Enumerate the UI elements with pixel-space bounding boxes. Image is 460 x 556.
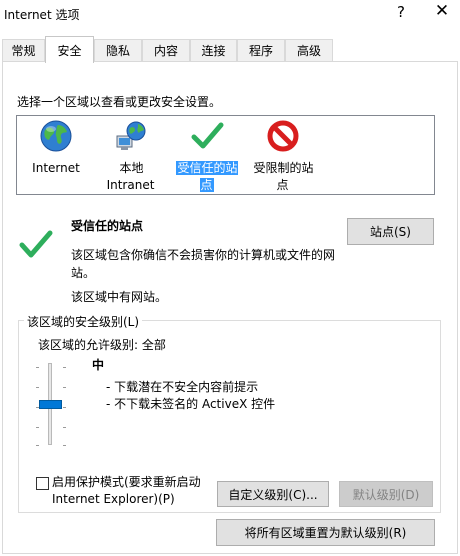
slider-tick bbox=[63, 445, 66, 446]
reset-all-zones-button[interactable]: 将所有区域重置为默认级别(R) bbox=[216, 519, 435, 546]
protected-mode-label[interactable]: 启用保护模式(要求重新启动 Internet Explorer)(P) bbox=[52, 474, 212, 508]
slider-tick bbox=[63, 427, 66, 428]
slider-tick bbox=[36, 427, 39, 428]
level-detail-item: - 下载潜在不安全内容前提示 bbox=[106, 380, 259, 394]
slider-tick bbox=[63, 407, 66, 408]
sites-button[interactable]: 站点(S) bbox=[347, 218, 434, 245]
zone-list[interactable]: Internet 本地 Intranet 受信任的站点 受限制的站点 bbox=[16, 115, 435, 195]
zone-label-restricted-sites: 受限制的站点 bbox=[253, 161, 314, 192]
selected-zone-title: 受信任的站点 bbox=[71, 219, 144, 233]
zone-trusted-sites[interactable]: 受信任的站点 bbox=[173, 116, 241, 194]
tab-general[interactable]: 常规 bbox=[2, 39, 45, 61]
checkmark-icon bbox=[19, 230, 53, 258]
selected-zone-sites-note: 该区域中有网站。 bbox=[71, 290, 168, 304]
security-level-slider[interactable] bbox=[33, 357, 71, 449]
default-level-button[interactable]: 默认级别(D) bbox=[339, 481, 433, 507]
zone-internet[interactable]: Internet bbox=[22, 116, 90, 177]
local-intranet-icon bbox=[116, 121, 146, 150]
custom-level-button[interactable]: 自定义级别(C)... bbox=[217, 481, 329, 507]
tab-connections[interactable]: 连接 bbox=[190, 39, 237, 61]
zone-label-local-intranet: 本地 Intranet bbox=[106, 161, 155, 192]
slider-tick bbox=[36, 445, 39, 446]
security-level-group-label: 该区域的安全级别(L) bbox=[24, 313, 143, 330]
security-level-details: - 下载潜在不安全内容前提示 - 不下载未签名的 ActiveX 控件 bbox=[106, 379, 275, 413]
no-entry-icon bbox=[267, 120, 299, 152]
window-title: Internet 选项 bbox=[4, 8, 80, 22]
tab-advanced[interactable]: 高级 bbox=[285, 39, 333, 61]
level-detail-item: - 不下载未签名的 ActiveX 控件 bbox=[106, 397, 276, 411]
zone-label-internet: Internet bbox=[32, 161, 80, 175]
slider-tick bbox=[63, 387, 66, 388]
slider-tick bbox=[36, 387, 39, 388]
zone-prompt: 选择一个区域以查看或更改安全设置。 bbox=[17, 95, 222, 109]
help-icon[interactable]: ? bbox=[393, 3, 409, 21]
tab-content[interactable]: 内容 bbox=[142, 39, 190, 61]
checkmark-icon bbox=[191, 122, 224, 149]
tab-security[interactable]: 安全 bbox=[45, 36, 94, 63]
zone-local-intranet[interactable]: 本地 Intranet bbox=[97, 116, 165, 194]
close-icon[interactable]: ✕ bbox=[432, 1, 452, 21]
tab-privacy[interactable]: 隐私 bbox=[94, 39, 142, 61]
globe-icon bbox=[40, 120, 72, 152]
allowed-levels-text: 该区域的允许级别: 全部 bbox=[38, 338, 166, 352]
slider-tick bbox=[63, 367, 66, 368]
zone-restricted-sites[interactable]: 受限制的站点 bbox=[249, 116, 317, 194]
tab-programs[interactable]: 程序 bbox=[237, 39, 285, 61]
slider-thumb[interactable] bbox=[39, 400, 62, 409]
slider-tick bbox=[36, 367, 39, 368]
selected-zone-description: 该区域包含你确信不会损害你的计算机或文件的网站。 bbox=[71, 248, 336, 280]
protected-mode-checkbox[interactable] bbox=[36, 477, 49, 490]
zone-label-trusted-sites: 受信任的站点 bbox=[176, 161, 238, 192]
security-level-name: 中 bbox=[92, 358, 105, 372]
